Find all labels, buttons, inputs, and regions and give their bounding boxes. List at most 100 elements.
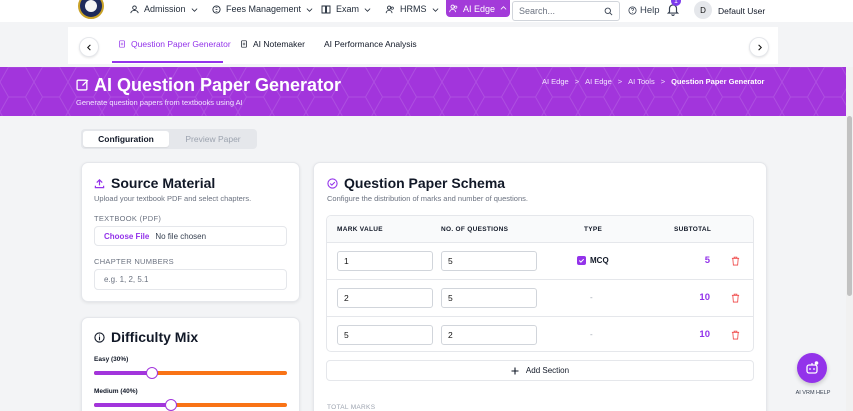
school-logo[interactable] xyxy=(78,0,104,19)
source-material-subtitle: Upload your textbook PDF and select chap… xyxy=(94,194,252,203)
difficulty-mix-heading: Difficulty Mix xyxy=(94,329,198,345)
add-section-button[interactable]: Add Section xyxy=(326,360,754,381)
tab-qpg-label: Question Paper Generator xyxy=(131,39,231,49)
avatar[interactable]: D xyxy=(694,1,712,19)
document-icon xyxy=(119,40,125,48)
chapter-numbers-input[interactable] xyxy=(104,275,277,284)
chapter-numbers-label: CHAPTER NUMBERS xyxy=(94,257,174,266)
easy-slider-thumb[interactable] xyxy=(145,367,158,379)
mcq-checkbox[interactable]: MCQ xyxy=(577,256,609,265)
mark-value-input[interactable] xyxy=(344,330,426,340)
nav-ai-edge-label: AI Edge xyxy=(462,3,496,14)
table-row: - 10 xyxy=(327,280,753,317)
schema-subtitle: Configure the distribution of marks and … xyxy=(327,194,528,203)
breadcrumb-ai-edge-2[interactable]: AI Edge xyxy=(585,77,612,86)
mark-value-field[interactable] xyxy=(337,251,433,271)
page-title: AI Question Paper Generator xyxy=(94,75,342,95)
book-icon xyxy=(321,5,331,13)
source-material-card: Source Material Upload your textbook PDF… xyxy=(81,162,300,302)
check-circle-icon xyxy=(327,177,338,189)
schema-table: MARK VALUE NO. OF QUESTIONS TYPE SUBTOTA… xyxy=(326,215,754,352)
user-name[interactable]: Default User xyxy=(718,6,765,16)
upload-icon xyxy=(94,178,105,188)
question-count-field[interactable] xyxy=(441,288,537,308)
user-icon xyxy=(130,4,139,13)
medium-slider-fill xyxy=(94,403,172,407)
header-type: TYPE xyxy=(584,226,603,233)
question-count-input[interactable] xyxy=(448,256,530,266)
mark-value-field[interactable] xyxy=(337,288,433,308)
users-icon xyxy=(449,4,458,13)
breadcrumb-separator: > xyxy=(660,77,666,86)
tab-question-paper-generator[interactable]: Question Paper Generator xyxy=(118,39,231,49)
choose-file-button[interactable]: Choose File xyxy=(104,232,149,241)
checkbox-checked[interactable] xyxy=(577,256,586,265)
mark-value-input[interactable] xyxy=(344,293,426,303)
nav-admission[interactable]: Admission xyxy=(130,0,198,18)
textbook-file-input[interactable]: Choose File No file chosen xyxy=(94,226,287,246)
tab-notemaker-label: AI Notemaker xyxy=(253,39,305,49)
medium-slider[interactable] xyxy=(94,399,287,411)
breadcrumb-separator: > xyxy=(574,77,580,86)
scroll-left-button[interactable] xyxy=(79,37,99,57)
header-no-of-questions: NO. OF QUESTIONS xyxy=(441,226,509,233)
scrollbar-thumb[interactable] xyxy=(847,116,852,296)
question-count-input[interactable] xyxy=(448,330,530,340)
nav-admission-label: Admission xyxy=(144,4,186,14)
total-marks-label: TOTAL MARKS xyxy=(327,404,376,411)
type-label: MCQ xyxy=(590,256,609,265)
mark-value-input[interactable] xyxy=(344,256,426,266)
source-material-title: Source Material xyxy=(111,175,216,191)
chevron-down-icon xyxy=(191,7,197,12)
easy-slider[interactable] xyxy=(94,367,287,379)
page-banner: AI Question Paper Generator Generate que… xyxy=(0,67,853,116)
robot-icon xyxy=(806,361,819,374)
ai-help-button[interactable] xyxy=(797,353,827,383)
difficulty-mix-title: Difficulty Mix xyxy=(111,329,199,345)
question-count-field[interactable] xyxy=(441,251,537,271)
search-icon[interactable] xyxy=(604,7,613,16)
nav-exam[interactable]: Exam xyxy=(321,0,371,18)
trash-icon[interactable] xyxy=(731,256,740,266)
chevron-up-icon xyxy=(500,6,507,10)
header-subtotal: SUBTOTAL xyxy=(674,226,712,233)
ai-help-label: AI VRM HELP xyxy=(795,390,831,396)
search-input[interactable] xyxy=(519,6,599,16)
type-placeholder: - xyxy=(590,293,593,302)
tab-configuration[interactable]: Configuration xyxy=(83,131,169,147)
search-box[interactable] xyxy=(512,1,620,21)
breadcrumb-ai-tools[interactable]: AI Tools xyxy=(628,77,655,86)
trash-icon[interactable] xyxy=(731,293,740,303)
question-count-input[interactable] xyxy=(448,293,530,303)
document-icon xyxy=(241,40,247,48)
nav-hrms[interactable]: HRMS xyxy=(385,0,439,18)
scroll-right-button[interactable] xyxy=(749,37,769,57)
nav-ai-edge[interactable]: AI Edge xyxy=(446,0,510,17)
nav-hrms-label: HRMS xyxy=(400,4,427,14)
tab-ai-performance-analysis[interactable]: AI Performance Analysis xyxy=(324,39,417,49)
textbook-label: TEXTBOOK (PDF) xyxy=(94,214,162,223)
coin-icon xyxy=(212,4,221,14)
mark-value-field[interactable] xyxy=(337,325,433,345)
breadcrumb: AI Edge > AI Edge > AI Tools > Question … xyxy=(542,77,764,86)
tab-ai-notemaker[interactable]: AI Notemaker xyxy=(240,39,305,49)
chevron-down-icon xyxy=(432,7,438,12)
page-subtitle: Generate question papers from textbooks … xyxy=(76,98,243,107)
breadcrumb-current: Question Paper Generator xyxy=(671,77,765,86)
chevron-down-icon xyxy=(364,7,371,12)
difficulty-mix-card: Difficulty Mix Easy (30%) Medium (40%) xyxy=(81,317,300,411)
question-count-field[interactable] xyxy=(441,325,537,345)
type-placeholder: - xyxy=(590,330,593,339)
schema-title: Question Paper Schema xyxy=(344,175,506,191)
help-link[interactable]: Help xyxy=(628,0,660,20)
subtotal-value: 10 xyxy=(699,329,710,340)
trash-icon[interactable] xyxy=(731,330,740,340)
medium-slider-thumb[interactable] xyxy=(165,399,178,411)
tab-preview-paper[interactable]: Preview Paper xyxy=(171,131,255,147)
config-tabs: Configuration Preview Paper xyxy=(81,129,257,149)
info-circle-icon xyxy=(94,331,105,343)
chapter-numbers-field[interactable] xyxy=(94,269,287,290)
nav-fees-management[interactable]: Fees Management xyxy=(212,0,313,18)
sub-navbar: Question Paper Generator AI Notemaker AI… xyxy=(68,27,778,64)
breadcrumb-ai-edge[interactable]: AI Edge xyxy=(542,77,569,86)
